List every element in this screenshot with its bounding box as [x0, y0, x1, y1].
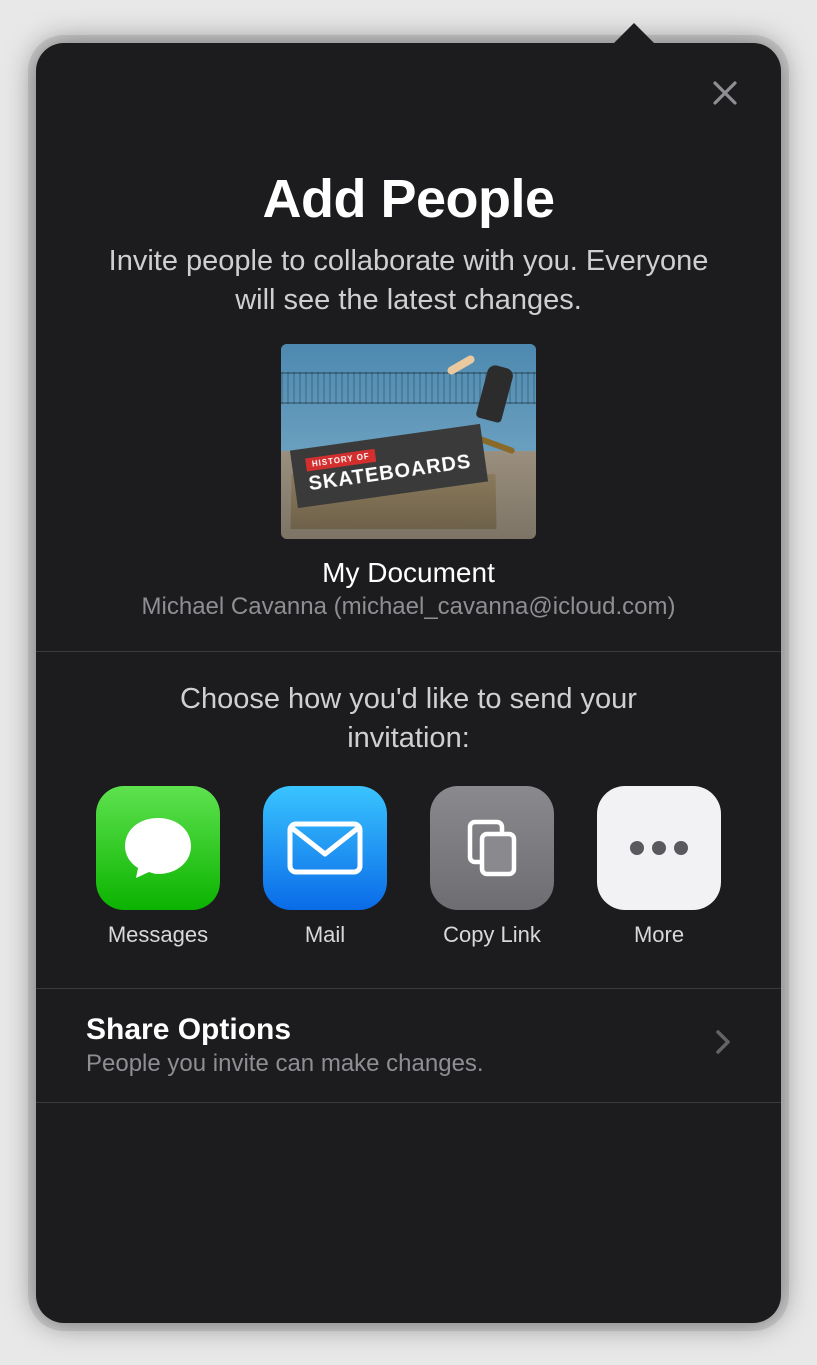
- close-button[interactable]: [701, 73, 749, 121]
- divider: [36, 1102, 781, 1103]
- messages-icon: [96, 786, 220, 910]
- share-method-label: Mail: [305, 922, 345, 948]
- choose-method-label: Choose how you'd like to send your invit…: [86, 680, 731, 758]
- share-method-label: Messages: [108, 922, 208, 948]
- document-name: My Document: [86, 557, 731, 589]
- share-method-messages[interactable]: Messages: [88, 786, 228, 948]
- dialog-title: Add People: [86, 168, 731, 230]
- document-thumbnail: HISTORY OF SKATEBOARDS: [281, 344, 536, 539]
- share-options-title: Share Options: [86, 1013, 484, 1047]
- document-owner: Michael Cavanna (michael_cavanna@icloud.…: [86, 593, 731, 621]
- more-icon: [597, 786, 721, 910]
- mail-icon: [263, 786, 387, 910]
- share-method-more[interactable]: More: [589, 786, 729, 948]
- dialog-subtitle: Invite people to collaborate with you. E…: [86, 242, 731, 320]
- share-method-label: Copy Link: [443, 922, 541, 948]
- share-method-label: More: [634, 922, 684, 948]
- divider: [36, 651, 781, 652]
- share-method-copy-link[interactable]: Copy Link: [422, 786, 562, 948]
- close-icon: [711, 77, 739, 116]
- copy-link-icon: [430, 786, 554, 910]
- share-options-row[interactable]: Share Options People you invite can make…: [86, 989, 731, 1102]
- share-method-mail[interactable]: Mail: [255, 786, 395, 948]
- share-options-subtitle: People you invite can make changes.: [86, 1050, 484, 1078]
- add-people-popover: Add People Invite people to collaborate …: [36, 43, 781, 1323]
- chevron-right-icon: [715, 1029, 731, 1062]
- share-methods-row: Messages Mail Copy Link: [86, 786, 731, 948]
